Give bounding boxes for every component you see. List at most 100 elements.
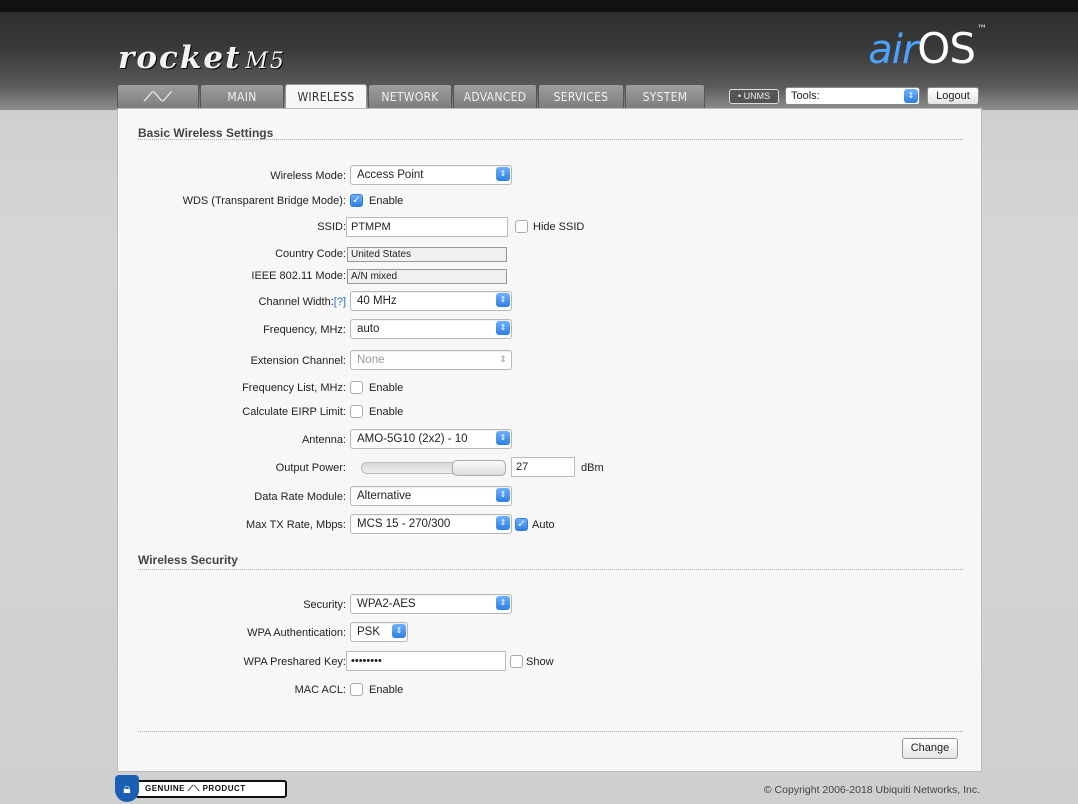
frequency-select[interactable]: auto ⇕: [350, 319, 512, 339]
extension-channel-value: None: [357, 354, 385, 366]
antenna-label: Antenna:: [301, 434, 346, 446]
genuine-product-badge: 🔒︎ GENUINE ⟋⟍ PRODUCT: [115, 775, 287, 802]
tab-ubiquiti-home[interactable]: ⟋⟍⟋: [117, 84, 199, 108]
basic-wireless-settings-title: Basic Wireless Settings: [138, 126, 274, 140]
mac-acl-label: MAC ACL:: [294, 684, 346, 696]
tab-wireless[interactable]: WIRELESS: [285, 84, 367, 110]
tab-main[interactable]: MAIN: [200, 84, 284, 108]
select-arrows-icon: ⇕: [496, 293, 510, 307]
output-power-unit: dBm: [581, 462, 604, 474]
change-button[interactable]: Change: [902, 738, 958, 759]
select-arrows-icon: ⇕: [392, 624, 406, 638]
mac-acl-enable-label: Enable: [369, 684, 404, 696]
channel-width-select[interactable]: 40 MHz ⇕: [350, 291, 512, 311]
wireless-mode-label: Wireless Mode:: [270, 170, 346, 182]
brand-name: rocket: [118, 40, 242, 76]
frequency-label: Frequency, MHz:: [263, 324, 346, 336]
ssid-label: SSID:: [317, 221, 346, 233]
data-rate-module-select[interactable]: Alternative ⇕: [350, 486, 512, 506]
unms-button[interactable]: • UNMS: [729, 89, 779, 104]
channel-width-label: Channel Width:[?]: [46, 296, 346, 308]
channel-width-label-text: Channel Width:: [258, 296, 334, 308]
section-divider: [138, 139, 963, 140]
wds-label: WDS (Transparent Bridge Mode):: [182, 195, 346, 207]
wireless-security-title: Wireless Security: [138, 553, 238, 567]
output-power-slider-handle[interactable]: [452, 460, 506, 476]
wireless-mode-select[interactable]: Access Point ⇕: [350, 165, 512, 185]
brand-title: rocket M5: [118, 40, 286, 76]
tab-advanced[interactable]: ADVANCED: [453, 84, 537, 108]
max-tx-auto-checkbox[interactable]: ✓: [515, 518, 528, 531]
show-key-label: Show: [526, 656, 554, 668]
section-divider: [138, 569, 963, 570]
window-top-bar: [0, 0, 1078, 12]
security-select[interactable]: WPA2-AES ⇕: [350, 594, 512, 614]
data-rate-module-value: Alternative: [357, 490, 412, 502]
main-tabs: ⟋⟍⟋ MAIN WIRELESS NETWORK ADVANCED SERVI…: [117, 84, 706, 110]
eirp-limit-checkbox[interactable]: [350, 405, 363, 418]
wireless-mode-value: Access Point: [357, 169, 424, 181]
output-power-input[interactable]: 27: [511, 457, 575, 477]
show-key-checkbox[interactable]: [510, 655, 523, 668]
ieee-mode-label: IEEE 802.11 Mode:: [251, 270, 346, 282]
max-tx-rate-select[interactable]: MCS 15 - 270/300 ⇕: [350, 514, 512, 534]
genuine-product-text: GENUINE ⟋⟍ PRODUCT: [135, 779, 287, 798]
select-arrows-icon: ⇕: [496, 431, 510, 445]
wpa-authentication-label: WPA Authentication:: [247, 627, 346, 639]
frequency-list-enable-label: Enable: [369, 382, 404, 394]
select-arrows-icon: ⇕: [496, 321, 510, 335]
output-power-label: Output Power:: [275, 462, 346, 474]
settings-panel: Basic Wireless Settings Wireless Mode: A…: [117, 108, 982, 772]
data-rate-module-label: Data Rate Module:: [254, 491, 346, 503]
select-arrows-icon: ⇕: [904, 89, 918, 103]
wds-enable-checkbox[interactable]: ✓: [350, 194, 363, 207]
tools-select-value: Tools:: [791, 90, 820, 102]
security-value: WPA2-AES: [357, 598, 416, 610]
extension-channel-select: None ⇕: [350, 350, 512, 370]
eirp-limit-enable-label: Enable: [369, 406, 404, 418]
frequency-list-label: Frequency List, MHz:: [242, 382, 346, 394]
wpa-authentication-value: PSK: [357, 626, 381, 638]
logo-os: OS: [917, 24, 976, 73]
select-arrows-icon: ⇕: [499, 354, 507, 364]
frequency-list-checkbox[interactable]: [350, 381, 363, 394]
select-arrows-icon: ⇕: [496, 516, 510, 530]
select-arrows-icon: ⇕: [496, 596, 510, 610]
hide-ssid-label: Hide SSID: [533, 221, 585, 233]
antenna-select[interactable]: AMO-5G10 (2x2) - 10 ⇕: [350, 429, 512, 449]
eirp-limit-label: Calculate EIRP Limit:: [242, 406, 346, 418]
security-label: Security:: [303, 599, 346, 611]
wpa-preshared-key-input[interactable]: ••••••••: [346, 651, 506, 671]
logo-air: air: [868, 27, 918, 73]
copyright-text: © Copyright 2006-2018 Ubiquiti Networks,…: [763, 784, 980, 796]
wds-enable-label: Enable: [369, 195, 404, 207]
extension-channel-label: Extension Channel:: [250, 355, 346, 367]
tools-select[interactable]: Tools: ⇕: [785, 87, 920, 105]
frequency-value: auto: [357, 323, 380, 335]
wpa-preshared-key-label: WPA Preshared Key:: [243, 656, 346, 668]
max-tx-rate-label: Max TX Rate, Mbps:: [245, 519, 346, 531]
section-divider: [138, 731, 963, 732]
mac-acl-checkbox[interactable]: [350, 683, 363, 696]
logout-button[interactable]: Logout: [927, 87, 979, 105]
select-arrows-icon: ⇕: [496, 488, 510, 502]
channel-width-value: 40 MHz: [357, 295, 397, 307]
antenna-value: AMO-5G10 (2x2) - 10: [357, 433, 468, 445]
logo-tm: ™: [977, 24, 987, 35]
ssid-input[interactable]: PTMPM: [346, 217, 508, 237]
max-tx-auto-label: Auto: [532, 519, 555, 531]
country-code-label: Country Code:: [275, 248, 346, 260]
channel-width-help-link[interactable]: [?]: [334, 296, 346, 308]
airos-logo: airOS ™: [868, 24, 987, 73]
hide-ssid-checkbox[interactable]: [515, 220, 528, 233]
max-tx-rate-value: MCS 15 - 270/300: [357, 518, 451, 530]
tab-services[interactable]: SERVICES: [538, 84, 624, 108]
tab-system[interactable]: SYSTEM: [625, 84, 705, 108]
brand-model: M5: [245, 49, 286, 74]
select-arrows-icon: ⇕: [496, 167, 510, 181]
country-code-field: United States: [347, 247, 507, 262]
tab-network[interactable]: NETWORK: [368, 84, 452, 108]
lock-icon: 🔒︎: [115, 775, 139, 802]
ubiquiti-logo-icon: ⟋⟍⟋: [143, 90, 173, 105]
wpa-authentication-select[interactable]: PSK ⇕: [350, 622, 408, 642]
